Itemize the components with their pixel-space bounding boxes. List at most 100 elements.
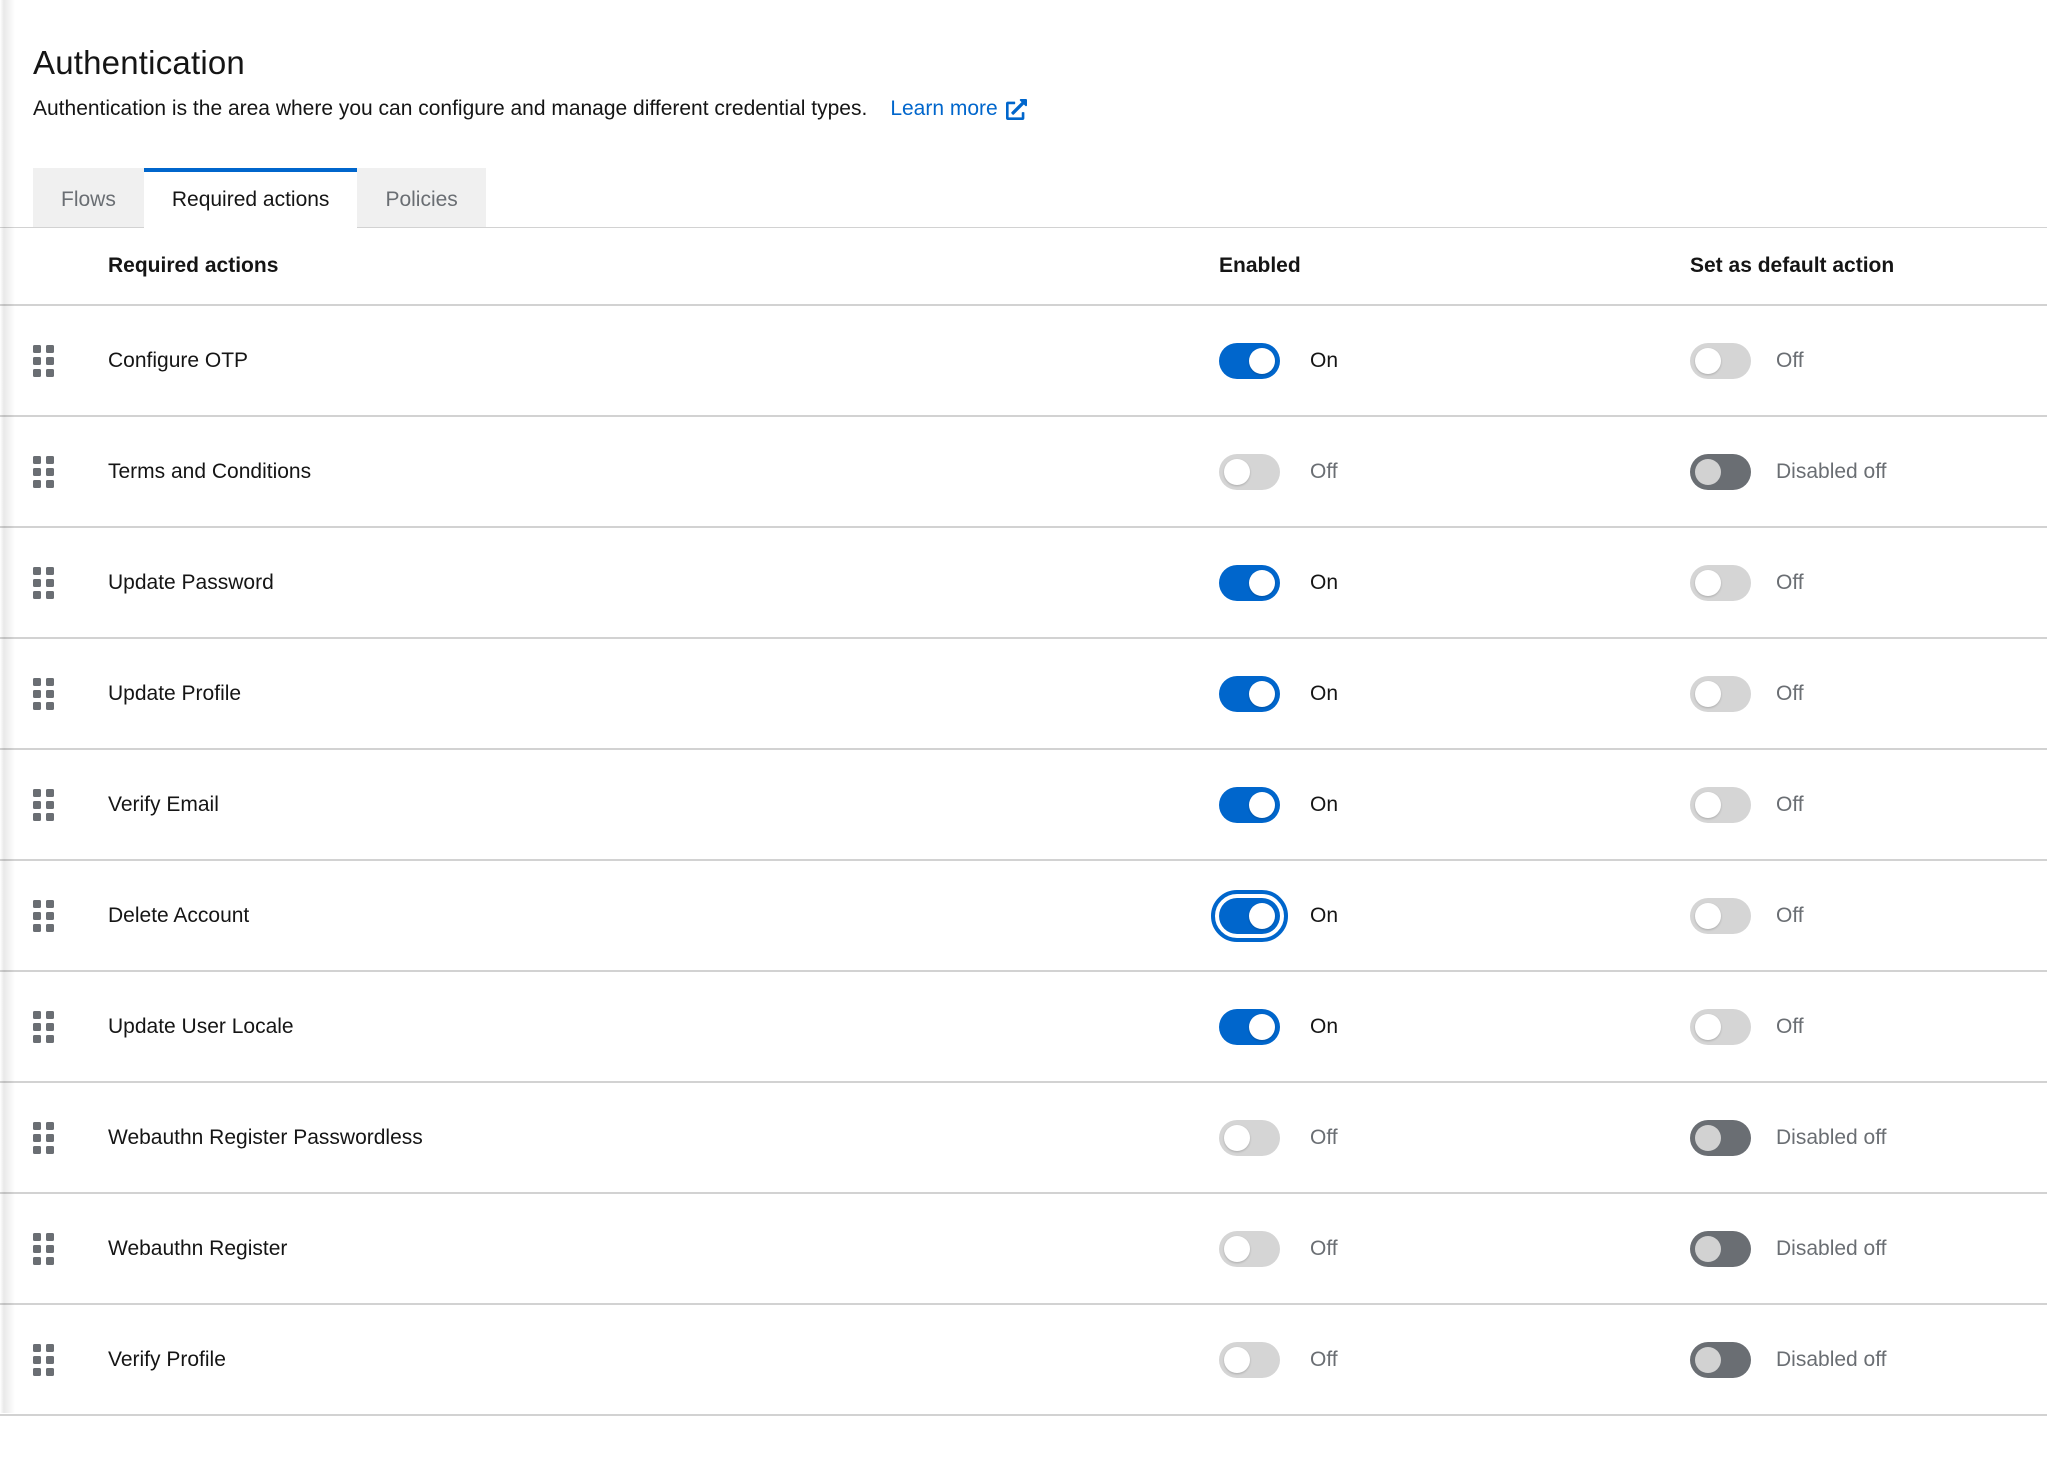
default-action-toggle[interactable] xyxy=(1690,898,1751,934)
default-action-toggle[interactable] xyxy=(1690,1120,1751,1156)
toggle-knob xyxy=(1224,459,1250,485)
enabled-state-label: Off xyxy=(1310,1237,1338,1261)
tab-policies[interactable]: Policies xyxy=(357,168,485,227)
table-row: Update User Locale On Off xyxy=(0,970,2047,1081)
row-label: Verify Email xyxy=(75,793,1219,817)
enabled-toggle-wrap xyxy=(1211,890,1288,942)
learn-more-link[interactable]: Learn more xyxy=(890,97,1026,121)
tabs: Flows Required actions Policies xyxy=(0,168,2047,228)
table-body: Configure OTP On Off Terms and Condition… xyxy=(0,304,2047,1414)
page-title: Authentication xyxy=(33,44,2007,82)
table-row: Configure OTP On Off xyxy=(0,304,2047,415)
enabled-state-label: Off xyxy=(1310,460,1338,484)
row-label: Webauthn Register xyxy=(75,1237,1219,1261)
enabled-toggle-wrap xyxy=(1219,676,1280,712)
default-toggle-wrap xyxy=(1690,898,1751,934)
enabled-toggle[interactable] xyxy=(1219,1120,1280,1156)
toggle-knob xyxy=(1249,792,1275,818)
default-state-label: Off xyxy=(1776,349,1804,373)
drag-handle-icon[interactable] xyxy=(33,1011,75,1043)
default-state-label: Off xyxy=(1776,682,1804,706)
toggle-knob xyxy=(1249,681,1275,707)
tab-required-actions[interactable]: Required actions xyxy=(144,168,358,228)
enabled-toggle-wrap xyxy=(1219,343,1280,379)
row-label: Verify Profile xyxy=(75,1348,1219,1372)
enabled-state-label: Off xyxy=(1310,1348,1338,1372)
default-action-toggle[interactable] xyxy=(1690,565,1751,601)
drag-handle-icon[interactable] xyxy=(33,789,75,821)
default-action-toggle[interactable] xyxy=(1690,454,1751,490)
enabled-state-label: On xyxy=(1310,682,1338,706)
toggle-knob xyxy=(1695,681,1721,707)
default-action-toggle[interactable] xyxy=(1690,1342,1751,1378)
table-row: Webauthn Register Passwordless Off Disab… xyxy=(0,1081,2047,1192)
toggle-knob xyxy=(1695,1236,1721,1262)
toggle-knob xyxy=(1224,1347,1250,1373)
row-label: Update Profile xyxy=(75,682,1219,706)
default-state-label: Disabled off xyxy=(1776,460,1887,484)
table-row: Verify Email On Off xyxy=(0,748,2047,859)
enabled-state-label: On xyxy=(1310,1015,1338,1039)
drag-handle-icon[interactable] xyxy=(33,1233,75,1265)
enabled-toggle[interactable] xyxy=(1219,676,1280,712)
enabled-toggle[interactable] xyxy=(1219,454,1280,490)
toggle-knob xyxy=(1695,1014,1721,1040)
column-header-enabled: Enabled xyxy=(1219,254,1690,278)
default-state-label: Off xyxy=(1776,793,1804,817)
enabled-toggle[interactable] xyxy=(1219,565,1280,601)
table-row: Terms and Conditions Off Disabled off xyxy=(0,415,2047,526)
default-state-label: Disabled off xyxy=(1776,1237,1887,1261)
enabled-toggle[interactable] xyxy=(1219,787,1280,823)
drag-handle-icon[interactable] xyxy=(33,456,75,488)
default-state-label: Off xyxy=(1776,571,1804,595)
default-toggle-wrap xyxy=(1690,454,1751,490)
toggle-knob xyxy=(1695,570,1721,596)
toggle-knob xyxy=(1249,1014,1275,1040)
toggle-knob xyxy=(1695,1125,1721,1151)
default-action-toggle[interactable] xyxy=(1690,1231,1751,1267)
enabled-state-label: Off xyxy=(1310,1126,1338,1150)
default-state-label: Disabled off xyxy=(1776,1348,1887,1372)
page-description: Authentication is the area where you can… xyxy=(33,97,867,121)
column-header-required-actions: Required actions xyxy=(75,254,1219,278)
required-actions-table: Required actions Enabled Set as default … xyxy=(0,228,2047,1416)
external-link-icon xyxy=(1006,99,1027,120)
drag-handle-icon[interactable] xyxy=(33,678,75,710)
drag-handle-icon[interactable] xyxy=(33,345,75,377)
toggle-knob xyxy=(1224,1236,1250,1262)
drag-handle-icon[interactable] xyxy=(33,1122,75,1154)
default-action-toggle[interactable] xyxy=(1690,1009,1751,1045)
column-header-set-as-default: Set as default action xyxy=(1690,254,2047,278)
learn-more-label: Learn more xyxy=(890,97,997,121)
row-label: Terms and Conditions xyxy=(75,460,1219,484)
enabled-toggle-wrap xyxy=(1219,787,1280,823)
row-label: Update Password xyxy=(75,571,1219,595)
default-action-toggle[interactable] xyxy=(1690,343,1751,379)
enabled-toggle[interactable] xyxy=(1219,1231,1280,1267)
default-toggle-wrap xyxy=(1690,676,1751,712)
default-toggle-wrap xyxy=(1690,343,1751,379)
enabled-state-label: On xyxy=(1310,571,1338,595)
enabled-toggle-wrap xyxy=(1219,565,1280,601)
drag-handle-icon[interactable] xyxy=(33,567,75,599)
default-toggle-wrap xyxy=(1690,1342,1751,1378)
enabled-toggle[interactable] xyxy=(1219,343,1280,379)
table-row: Update Password On Off xyxy=(0,526,2047,637)
enabled-toggle[interactable] xyxy=(1219,1342,1280,1378)
drag-handle-icon[interactable] xyxy=(33,1344,75,1376)
toggle-knob xyxy=(1224,1125,1250,1151)
drag-handle-icon[interactable] xyxy=(33,900,75,932)
default-action-toggle[interactable] xyxy=(1690,787,1751,823)
enabled-toggle-wrap xyxy=(1219,1009,1280,1045)
table-row: Update Profile On Off xyxy=(0,637,2047,748)
table-row: Webauthn Register Off Disabled off xyxy=(0,1192,2047,1303)
tab-flows[interactable]: Flows xyxy=(33,168,144,227)
default-state-label: Off xyxy=(1776,904,1804,928)
row-label: Webauthn Register Passwordless xyxy=(75,1126,1219,1150)
row-label: Update User Locale xyxy=(75,1015,1219,1039)
default-action-toggle[interactable] xyxy=(1690,676,1751,712)
enabled-toggle-wrap xyxy=(1219,1120,1280,1156)
enabled-toggle[interactable] xyxy=(1219,898,1280,934)
enabled-toggle[interactable] xyxy=(1219,1009,1280,1045)
enabled-state-label: On xyxy=(1310,793,1338,817)
